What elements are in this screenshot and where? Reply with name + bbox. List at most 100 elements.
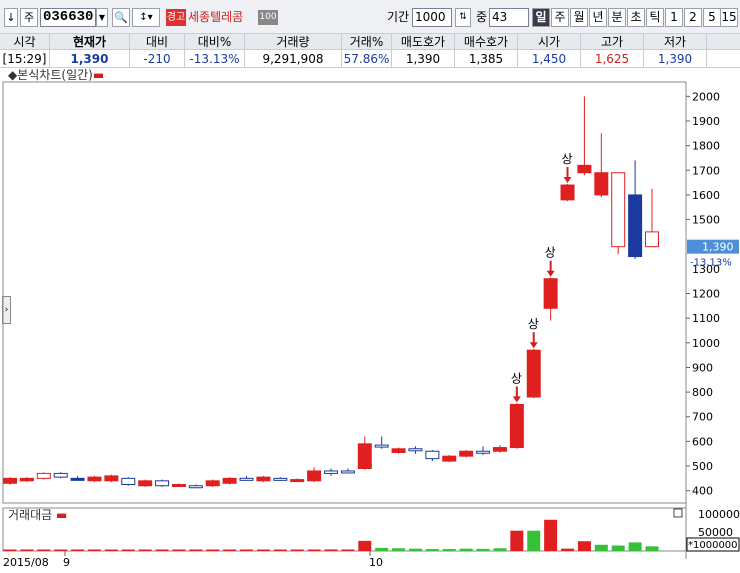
volume-bar [307, 549, 321, 551]
candle-body [36, 472, 51, 479]
volume-bar [273, 549, 287, 551]
y-tick-label: 800 [692, 386, 713, 399]
candle-body [628, 194, 643, 258]
y-tick-label: 2000 [692, 90, 720, 103]
limit-up-label: 상 [545, 246, 556, 260]
candle-body [53, 472, 68, 478]
candle-body [357, 443, 372, 469]
candle-body [509, 403, 524, 449]
y-tick-label: 700 [692, 411, 713, 424]
limit-up-label: 상 [528, 317, 539, 331]
limit-up-label: 상 [562, 152, 573, 166]
candle-body [256, 476, 271, 482]
price-chart[interactable]: 상상상상 40050060070080090010001100120013001… [0, 0, 740, 573]
volume-bar [408, 548, 422, 551]
candle-body [104, 475, 119, 482]
current-change-label: -13.13% [690, 258, 732, 269]
volume-bar [375, 547, 389, 551]
candle-body [425, 450, 440, 460]
y-tick-label: 1800 [692, 140, 720, 153]
volume-bar [155, 549, 169, 551]
candle-body [492, 447, 507, 452]
candle-body [307, 470, 322, 482]
volume-bar [290, 549, 304, 551]
volume-bar [71, 549, 85, 551]
y-tick-label: 1900 [692, 115, 720, 128]
candle-body [19, 477, 34, 482]
y-tick-label: 900 [692, 361, 713, 374]
candle-body [611, 172, 626, 248]
y-tick-label: 1000 [692, 337, 720, 350]
volume-bar [138, 549, 152, 551]
volume-bar [206, 549, 220, 551]
y-tick-label: 500 [692, 460, 713, 473]
limit-up-arrowhead [529, 342, 538, 349]
volume-bar [358, 540, 372, 551]
volume-bar [561, 548, 575, 551]
volume-bar [189, 549, 203, 551]
volume-bar [87, 549, 101, 551]
candle-body [374, 444, 389, 448]
vol-unit-label: *1000000 [688, 540, 738, 551]
candle-body [222, 477, 237, 484]
candle-body [3, 477, 17, 484]
vol-expand-icon [673, 508, 683, 518]
y-tick-label: 600 [692, 435, 713, 448]
volume-bar [510, 530, 524, 551]
volume-bar [240, 549, 254, 551]
grid [2, 81, 687, 559]
volume-bar [493, 548, 507, 551]
volume-bars [3, 519, 659, 551]
candles: 상상상상 [3, 96, 659, 489]
candle-body [476, 450, 491, 454]
volume-bar [54, 549, 68, 551]
volume-bar [611, 545, 625, 551]
volume-bar [527, 530, 541, 551]
candle-body [459, 450, 474, 457]
candle-body [239, 477, 254, 481]
limit-up-arrowhead [563, 177, 572, 184]
candle-body [340, 470, 355, 474]
volume-bar [3, 549, 17, 551]
candle-body [121, 477, 136, 486]
candle-body [645, 231, 659, 248]
candle-body [442, 455, 457, 462]
candle-body [594, 172, 609, 196]
x-label: 10 [369, 556, 383, 569]
candle-body [526, 349, 541, 398]
vol-axis-label: 100000 [698, 508, 740, 521]
current-price-label: 1,390 [702, 241, 734, 254]
y-tick-label: 400 [692, 485, 713, 498]
volume-bar [20, 549, 34, 551]
volume-bar [324, 549, 338, 551]
volume-bar [392, 548, 406, 551]
volume-bar [37, 549, 51, 551]
y-tick-label: 1600 [692, 189, 720, 202]
volume-bar [594, 544, 608, 551]
volume-bar [442, 549, 456, 551]
candle-body [543, 278, 558, 309]
vol-axis-label: 50000 [698, 526, 733, 539]
y-tick-label: 1200 [692, 288, 720, 301]
candle-body [171, 484, 186, 488]
x-label: 9 [63, 556, 70, 569]
candle-body [70, 477, 85, 481]
candle-body [577, 164, 592, 174]
volume-bar [341, 549, 355, 551]
volume-bar [121, 549, 135, 551]
candle-body [391, 448, 406, 453]
candle-body [188, 485, 203, 489]
candle-body [290, 479, 305, 483]
volume-bar [104, 549, 118, 551]
limit-up-arrowhead [546, 270, 555, 277]
candle-body [138, 480, 153, 487]
volume-bar [577, 541, 591, 551]
candle-body [205, 480, 220, 487]
volume-bar [645, 546, 659, 551]
candle-body [273, 477, 288, 481]
limit-up-label: 상 [511, 371, 522, 385]
candle-body [408, 448, 423, 452]
volume-bar [476, 548, 490, 551]
y-axis: 4005006007008009001000110012001300150016… [3, 90, 740, 569]
volume-bar [459, 548, 473, 551]
